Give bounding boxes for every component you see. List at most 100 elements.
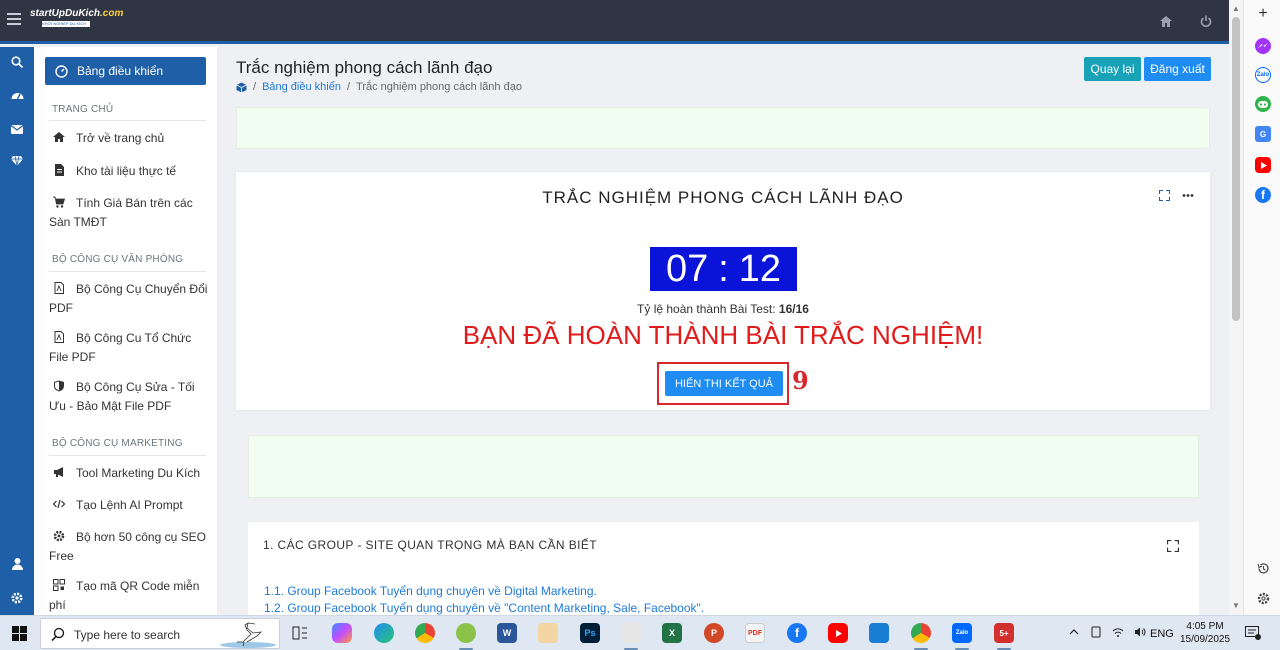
taskbar-search-input[interactable]: Type here to search [40, 618, 280, 649]
expand-icon[interactable] [1159, 190, 1170, 201]
settings-gear-icon[interactable] [10, 591, 24, 605]
facebook-icon[interactable]: f [1255, 187, 1271, 203]
copilot-icon[interactable] [332, 623, 352, 643]
menu-toggle-icon[interactable] [7, 13, 21, 25]
facebook-app-icon[interactable]: f [787, 623, 807, 643]
youtube-app-icon[interactable] [828, 623, 848, 643]
history-icon[interactable] [1255, 560, 1271, 576]
sidebar-item-document-store[interactable]: Kho tài liệu thực tế [49, 162, 209, 181]
power-icon[interactable] [1199, 14, 1213, 28]
page-scrollbar[interactable]: ▲ ▼ [1229, 0, 1243, 615]
sidebar-item-ai-prompt[interactable]: Tạo Lệnh AI Prompt [49, 496, 209, 515]
back-button[interactable]: Quay lại [1084, 57, 1141, 81]
clock[interactable]: 4:05 PM 15/09/2025 [1180, 620, 1230, 646]
sidebar-item-pdf-secure[interactable]: Bộ Công Cụ Sửa - Tối Ưu - Bảo Mật File P… [49, 378, 209, 416]
chrome-icon[interactable] [415, 623, 435, 643]
sidebar-section-title: BỘ CÔNG CỤ MARKETING [52, 438, 183, 449]
paint-icon[interactable] [538, 623, 558, 643]
windows-taskbar: Type here to search W Ps X P PDF f Zalo … [0, 615, 1280, 650]
pdf-file-icon [54, 282, 64, 294]
sidebar-item-label: Bảng điều khiển [77, 64, 164, 78]
home-icon[interactable] [1159, 14, 1173, 28]
sidebar-item-marketing-tool[interactable]: Tool Marketing Du Kích [49, 464, 209, 483]
quiz-title: TRẮC NGHIỆM PHONG CÁCH LÃNH ĐẠO [542, 188, 904, 207]
breadcrumb-link-dashboard[interactable]: Bảng điều khiển [262, 81, 341, 93]
chrome-profile-icon[interactable] [911, 623, 931, 643]
logout-button[interactable]: Đăng xuất [1144, 57, 1211, 81]
excel-icon[interactable]: X [662, 623, 682, 643]
sidebar-item-seo-tools[interactable]: Bộ hơn 50 công cụ SEO Free [49, 528, 209, 566]
quiz-card: TRẮC NGHIỆM PHONG CÁCH LÃNH ĐẠO 07 : 12 … [236, 172, 1210, 410]
search-icon[interactable] [10, 55, 24, 69]
vscode-icon[interactable] [869, 623, 889, 643]
scroll-down-arrow-icon[interactable]: ▼ [1232, 601, 1240, 610]
megaphone-icon [54, 467, 63, 477]
scrollbar-thumb[interactable] [1232, 17, 1240, 321]
ad-banner-placeholder [248, 435, 1199, 498]
powerpoint-icon[interactable]: P [704, 623, 724, 643]
breadcrumb: / Bảng điều khiển / Trắc nghiệm phong cá… [236, 81, 522, 93]
more-options-icon[interactable] [1182, 190, 1194, 201]
expand-icon[interactable] [1167, 540, 1179, 552]
cube-icon [236, 82, 247, 92]
volume-icon[interactable] [1134, 626, 1146, 638]
add-icon[interactable]: + [1255, 5, 1271, 22]
shield-icon [54, 380, 64, 392]
windows-start-icon[interactable] [12, 626, 27, 641]
timer-seconds: 12 [738, 247, 782, 290]
group-link[interactable]: 1.2. Group Facebook Tuyển dụng chuyên về… [264, 601, 704, 615]
sidebar-item-pdf-convert[interactable]: Bộ Công Cụ Chuyển Đổi PDF [49, 280, 209, 318]
pdf-file-icon [54, 331, 64, 343]
scroll-up-arrow-icon[interactable]: ▲ [1232, 4, 1240, 13]
language-indicator[interactable]: ENG [1150, 628, 1174, 640]
sidebar-item-pdf-organize[interactable]: Bộ Công Cu Tổ Chức File PDF [49, 329, 209, 367]
sidebar-item-home[interactable]: Trở về trang chủ [49, 129, 209, 148]
translate-icon[interactable]: G [1255, 126, 1271, 142]
gamepad-icon[interactable] [1255, 96, 1271, 112]
timer-minutes: 07 [665, 247, 709, 290]
divider [49, 271, 206, 272]
qrcode-icon [53, 579, 65, 591]
word-icon[interactable]: W [497, 623, 517, 643]
dashboard-icon[interactable] [10, 88, 24, 102]
code-icon [53, 499, 65, 509]
photoshop-icon[interactable]: Ps [580, 623, 600, 643]
browser-sidebar-rail: + Zalo G f [1243, 0, 1280, 615]
coccoc-browser-icon[interactable] [456, 623, 476, 643]
search-placeholder: Type here to search [74, 628, 181, 642]
diamond-icon[interactable] [10, 154, 24, 168]
divider [49, 455, 206, 456]
clock-date: 15/09/2025 [1180, 634, 1231, 645]
notification-center-icon[interactable] [1245, 626, 1261, 640]
sidebar-item-dashboard[interactable]: Bảng điều khiển [45, 57, 206, 85]
icon-strip [0, 47, 34, 615]
settings-icon[interactable] [1255, 590, 1271, 606]
cart-icon [53, 196, 65, 208]
edge-browser-icon[interactable] [374, 623, 394, 643]
zalo-icon[interactable]: Zalo [1255, 67, 1271, 83]
task-view-icon[interactable] [290, 623, 310, 643]
sidebar-item-qr-code[interactable]: Tạo mã QR Code miễn phí [49, 577, 209, 615]
show-result-button[interactable]: HIỂN THỊ KẾT QUẢ [665, 371, 783, 396]
zalo-app-icon[interactable]: Zalo [952, 623, 972, 643]
chevron-up-icon[interactable] [1068, 626, 1080, 638]
wifi-icon[interactable] [1112, 626, 1124, 638]
ad-banner-placeholder [236, 107, 1210, 149]
annotation-step-number: 9 [792, 366, 809, 395]
device-icon[interactable] [1090, 626, 1102, 638]
group-link[interactable]: 1.1. Group Facebook Tuyển dụng chuyên về… [264, 584, 597, 598]
heron-illustration-icon [220, 622, 276, 648]
home-icon [53, 132, 65, 142]
notification-app-icon[interactable]: 5+ [994, 623, 1014, 643]
user-icon[interactable] [10, 557, 24, 571]
pdf-reader-icon[interactable]: PDF [745, 623, 765, 643]
messenger-icon[interactable] [1255, 38, 1271, 54]
mail-icon[interactable] [10, 122, 24, 136]
notepad-icon[interactable] [621, 623, 641, 643]
gauge-icon [55, 64, 68, 78]
youtube-icon[interactable] [1255, 157, 1271, 173]
system-tray [1068, 626, 1146, 638]
sidebar-section-title: TRANG CHỦ [52, 104, 114, 115]
site-logo[interactable]: startUpDuKich.com KHỞI NGHIỆP DU KÍCH [30, 8, 123, 34]
sidebar-item-price-calculator[interactable]: Tính Giá Bán trên các Sàn TMĐT [49, 194, 209, 232]
